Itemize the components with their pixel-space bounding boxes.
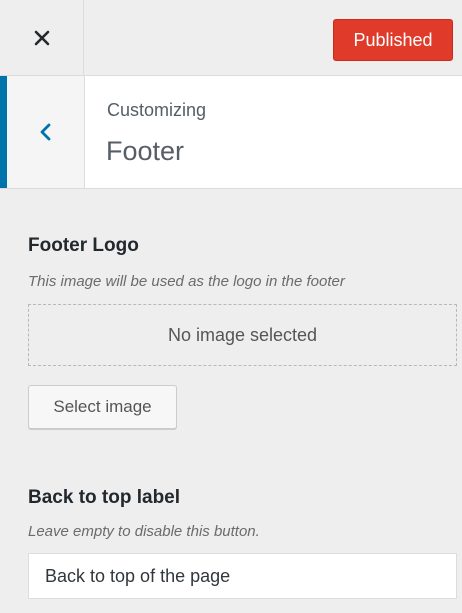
footer-logo-description: This image will be used as the logo in t… — [28, 273, 345, 290]
close-customizer-button[interactable] — [0, 0, 84, 75]
footer-logo-title: Footer Logo — [28, 235, 139, 256]
customizer-header: Published — [0, 0, 462, 76]
close-icon — [34, 30, 49, 45]
image-placeholder[interactable]: No image selected — [28, 304, 457, 366]
select-image-button[interactable]: Select image — [28, 385, 177, 429]
back-to-top-input[interactable] — [28, 553, 457, 599]
image-placeholder-label: No image selected — [167, 324, 318, 345]
section-header: Customizing Footer — [0, 76, 462, 189]
back-to-top-description: Leave empty to disable this button. — [28, 523, 260, 540]
section-title: Footer — [106, 136, 185, 166]
section-subtitle: Customizing — [107, 100, 207, 120]
back-to-top-title: Back to top label — [28, 487, 181, 508]
back-button[interactable] — [0, 76, 85, 188]
chevron-left-icon — [40, 123, 50, 141]
publish-button[interactable]: Published — [333, 19, 453, 61]
